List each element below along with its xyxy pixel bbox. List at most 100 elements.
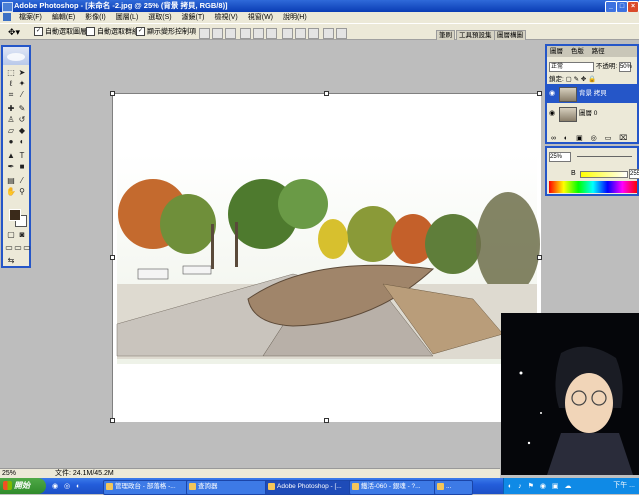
distribute-bottom-icon[interactable] <box>308 28 319 39</box>
transform-handle[interactable] <box>110 91 115 96</box>
tab-paths[interactable]: 路徑 <box>589 48 608 55</box>
eye-icon[interactable]: ◉ <box>549 110 555 117</box>
transform-handle[interactable] <box>110 418 115 423</box>
transform-handle[interactable] <box>324 418 329 423</box>
start-label: 開始 <box>14 481 30 490</box>
menu-image[interactable]: 影像(I) <box>81 12 110 23</box>
align-top-icon[interactable] <box>199 28 210 39</box>
layer-row[interactable]: ◉ 背景 拷貝 <box>547 84 637 103</box>
align-left-icon[interactable] <box>240 28 251 39</box>
transform-handle[interactable] <box>537 91 542 96</box>
quick-mask-icon[interactable]: ◙ <box>17 230 27 240</box>
color-spectrum-bar[interactable] <box>549 181 637 193</box>
auto-select-layer-checkbox[interactable]: ✓ 自動選取圖層 <box>34 27 87 37</box>
align-hcenter-icon[interactable] <box>253 28 264 39</box>
magic-wand-icon[interactable]: ✦ <box>17 79 27 89</box>
jump-to-imageready-icon[interactable]: ⇆ <box>6 256 16 266</box>
notes-tool-icon[interactable]: ▤ <box>6 176 16 186</box>
distribute-vcenter-icon[interactable] <box>295 28 306 39</box>
healing-brush-icon[interactable]: ✚ <box>6 104 16 114</box>
toolbox-header[interactable] <box>3 47 29 65</box>
eraser-tool-icon[interactable]: ▱ <box>6 126 16 136</box>
hand-tool-icon[interactable]: ✋ <box>6 187 16 197</box>
tray-icons[interactable]: ◐ ♪ ⚑ ◉ ▣ ☁ <box>508 482 573 490</box>
taskbar-item-label: ... <box>446 483 452 490</box>
blend-mode-select[interactable]: 正常 <box>549 62 594 72</box>
zoom-slider[interactable] <box>577 156 632 157</box>
color-palette: 25% B 255 <box>545 146 639 196</box>
menu-help[interactable]: 說明(H) <box>279 12 311 23</box>
lock-icons[interactable]: ▢ ✎ ✥ 🔒 <box>566 76 597 83</box>
taskbar-item[interactable]: 查詢器 <box>186 480 273 495</box>
auto-select-group-label: 自動選取群組 <box>97 28 139 36</box>
menu-edit[interactable]: 編輯(E) <box>48 12 79 23</box>
close-button[interactable]: × <box>627 1 639 12</box>
photoshop-app-icon <box>2 2 13 12</box>
zoom-percent[interactable]: 25% <box>549 152 571 162</box>
crop-tool-icon[interactable]: ⌗ <box>6 90 16 100</box>
taskbar-item[interactable]: ... <box>434 480 473 495</box>
clock[interactable]: 下午 ... <box>613 478 635 494</box>
distribute-right-icon[interactable] <box>336 28 347 39</box>
auto-select-group-checkbox[interactable]: 自動選取群組 <box>86 27 139 37</box>
foreground-color-swatch[interactable] <box>9 209 21 221</box>
video-player-overlay[interactable] <box>501 313 639 475</box>
taskbar-item-label: 查詢器 <box>198 483 218 490</box>
layer-name: 背景 拷貝 <box>579 90 607 97</box>
eye-icon[interactable]: ◉ <box>549 90 555 97</box>
path-select-icon[interactable]: ▲ <box>6 151 16 161</box>
layer-actions-icons[interactable]: ∞ ◐ ▣ ◎ ▭ ⌧ <box>551 134 630 142</box>
menu-file[interactable]: 檔案(F) <box>15 12 46 23</box>
menu-layer[interactable]: 圖層(L) <box>112 12 143 23</box>
distribute-top-icon[interactable] <box>282 28 293 39</box>
lasso-tool-icon[interactable]: ℓ <box>6 79 16 89</box>
menu-select[interactable]: 選取(S) <box>144 12 175 23</box>
move-tool-icon[interactable]: ➤ <box>17 68 27 78</box>
windows-flag-icon <box>3 481 12 490</box>
pen-tool-icon[interactable]: ✒ <box>6 162 16 172</box>
landscape-sketch-image <box>113 94 541 422</box>
b-channel-value[interactable]: 255 <box>629 169 639 179</box>
quick-launch-icons[interactable]: ◉ ◎ ◐ <box>52 482 92 491</box>
layer-row[interactable]: ◉ 圖層 0 <box>547 104 637 123</box>
clone-stamp-icon[interactable]: ♙ <box>6 115 16 125</box>
slice-tool-icon[interactable]: ⁄ <box>17 90 27 100</box>
menu-filter[interactable]: 濾鏡(T) <box>178 12 209 23</box>
marquee-tool-icon[interactable]: ⬚ <box>6 68 16 78</box>
taskbar-item[interactable]: 管理政台 - 部落格 -... <box>103 480 196 495</box>
taskbar-item-photoshop[interactable]: Adobe Photoshop - [... <box>265 480 360 495</box>
layers-palette-tabs: 圖層 色版 路徑 <box>547 46 637 57</box>
transform-handle[interactable] <box>110 255 115 260</box>
transform-handle[interactable] <box>537 255 542 260</box>
show-transform-checkbox[interactable]: ✓ 顯示變形控制項 <box>136 27 196 37</box>
toolbox: ⬚ ➤ ℓ ✦ ⌗ ⁄ ✚ ✎ ♙ ↺ ▱ ◆ ● ◐ ▲ T ✒ ■ ▤ ⁄ … <box>1 45 31 268</box>
opacity-input[interactable]: 50% <box>618 62 632 72</box>
transform-handle[interactable] <box>324 91 329 96</box>
taskbar-item[interactable]: 鐵活-060 - 銀魂 - ?... <box>349 480 444 495</box>
b-channel-slider[interactable] <box>580 171 628 178</box>
align-bottom-icon[interactable] <box>225 28 236 39</box>
eyedropper-icon[interactable]: ⁄ <box>17 176 27 186</box>
brush-tool-icon[interactable]: ✎ <box>17 104 27 114</box>
menu-view[interactable]: 檢視(V) <box>210 12 241 23</box>
type-tool-icon[interactable]: T <box>17 151 27 161</box>
paint-bucket-icon[interactable]: ◆ <box>17 126 27 136</box>
dodge-tool-icon[interactable]: ◐ <box>17 137 27 147</box>
screen-mode-3-icon[interactable]: ▭ <box>22 243 32 253</box>
photoshop-icon <box>268 483 275 490</box>
distribute-left-icon[interactable] <box>323 28 334 39</box>
start-button[interactable]: 開始 <box>0 478 46 494</box>
move-tool-icon[interactable]: ✥▾ <box>8 27 20 37</box>
blur-tool-icon[interactable]: ● <box>6 137 16 147</box>
align-vcenter-icon[interactable] <box>212 28 223 39</box>
zoom-tool-icon[interactable]: ⚲ <box>17 187 27 197</box>
shape-tool-icon[interactable]: ■ <box>17 162 27 172</box>
tab-layers[interactable]: 圖層 <box>547 48 566 55</box>
history-brush-icon[interactable]: ↺ <box>17 115 27 125</box>
align-right-icon[interactable] <box>266 28 277 39</box>
standard-mode-icon[interactable]: ▢ <box>6 230 16 240</box>
anime-character-image <box>501 313 639 475</box>
menu-window[interactable]: 視窗(W) <box>244 12 277 23</box>
document-canvas[interactable] <box>110 91 542 423</box>
tab-channels[interactable]: 色版 <box>568 48 587 55</box>
